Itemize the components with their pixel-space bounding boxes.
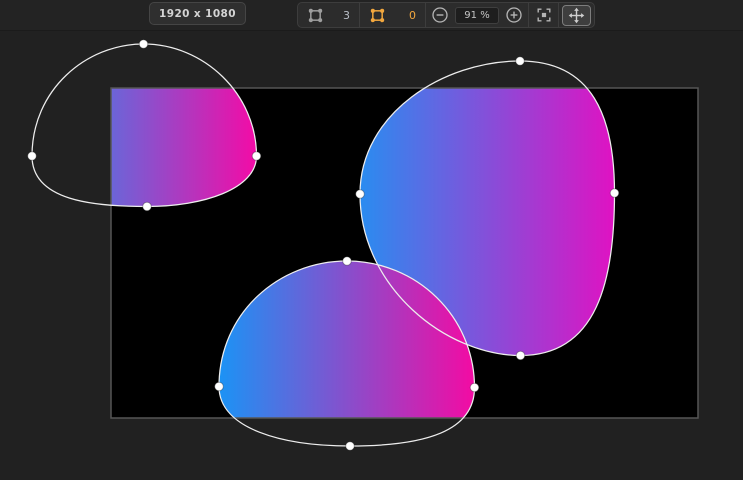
zoom-in-button[interactable] [505,6,523,24]
control-point[interactable] [515,350,526,361]
zoom-level-value: 91 % [464,9,490,21]
control-point[interactable] [27,151,37,161]
artboard-size-badge: 1920 x 1080 [149,2,246,25]
zoom-controls: 91 % [426,3,529,27]
control-point[interactable] [138,39,149,49]
zoom-level-input[interactable]: 91 % [455,6,499,24]
control-point[interactable] [342,256,352,266]
control-point[interactable] [142,201,152,212]
canvas-viewport[interactable] [0,0,743,480]
shape-count-group[interactable]: 3 [298,3,360,27]
move-tool-icon [568,7,585,24]
selection-count-value: 0 [409,8,416,22]
control-point[interactable] [469,382,480,393]
control-point[interactable] [515,56,525,66]
fit-to-screen-icon [535,6,553,24]
control-point[interactable] [345,441,355,451]
pan-tool-button[interactable] [562,5,591,26]
shape-blob-top-left[interactable] [32,44,257,207]
bounding-box-icon [307,7,324,24]
control-point[interactable] [251,151,262,161]
control-point[interactable] [214,381,224,392]
fit-to-screen-button[interactable] [529,3,559,27]
bounding-box-active-icon [369,7,386,24]
shape-count-value: 3 [343,8,350,22]
zoom-out-button[interactable] [431,6,449,24]
artboard-size-label: 1920 x 1080 [159,7,236,20]
canvas-toolbar: 3 0 91 % [297,2,595,28]
selection-count-group[interactable]: 0 [360,3,426,27]
control-point[interactable] [609,188,620,198]
control-point[interactable] [355,189,365,199]
